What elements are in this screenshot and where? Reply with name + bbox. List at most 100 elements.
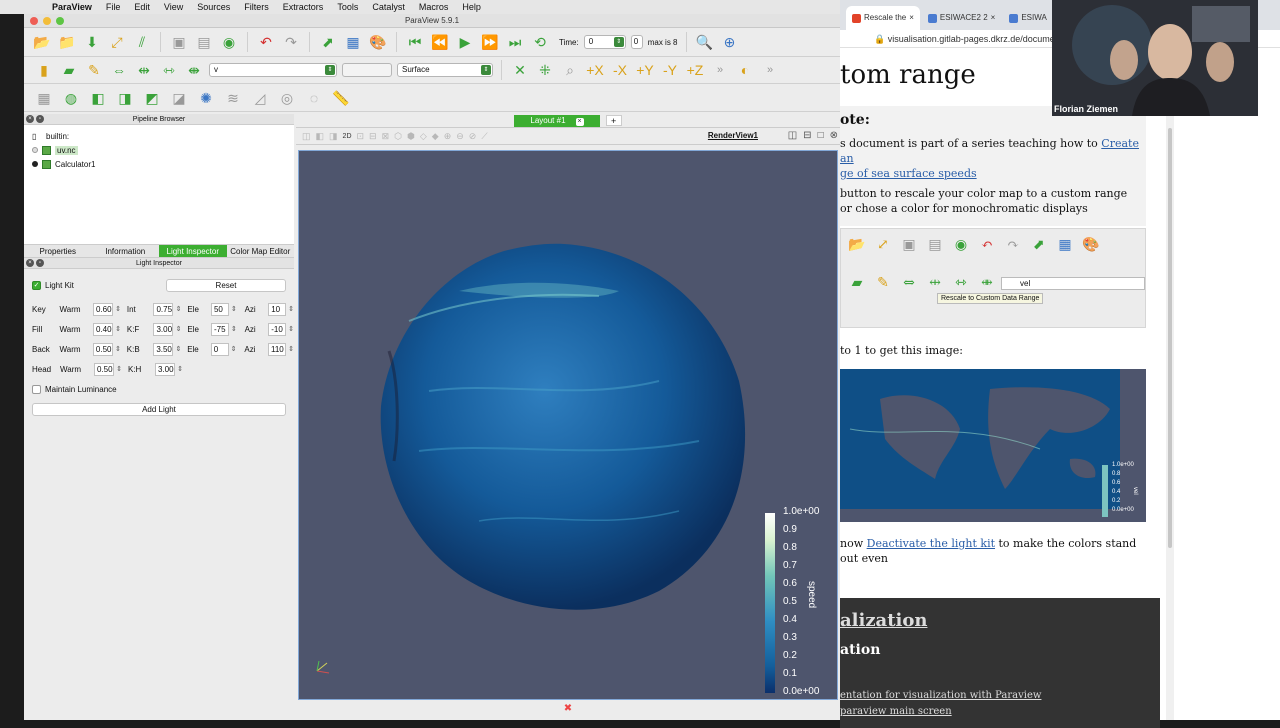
close-window-button[interactable] — [30, 17, 38, 25]
close-tab-icon[interactable]: × — [991, 6, 996, 30]
representation-dropdown-icon[interactable]: ⇕ — [481, 65, 491, 75]
browser-tab[interactable]: ESIWACE2 2 × — [921, 6, 1002, 30]
light-kit-checkbox[interactable]: ✓ — [32, 280, 41, 290]
time-index-field[interactable]: 0 — [630, 35, 643, 49]
first-frame-icon[interactable]: ⏮ — [405, 32, 425, 52]
scrollbar-thumb[interactable] — [1168, 128, 1172, 548]
create-link-continued[interactable]: ge of sea surface speeds — [840, 167, 977, 180]
select-cells-icon[interactable]: ⊡ — [357, 131, 365, 142]
view-plus-y-icon[interactable]: +Y — [635, 60, 655, 80]
minimize-window-button[interactable] — [43, 17, 51, 25]
select-frustum-icon[interactable]: ⊠ — [382, 131, 390, 142]
auto-apply-icon[interactable]: ◉ — [219, 32, 239, 52]
connect-icon[interactable]: ⤢ — [107, 32, 127, 52]
extract-level-icon[interactable]: ◌ — [304, 88, 324, 108]
mode-2d-toggle[interactable]: 2D — [343, 133, 352, 140]
disconnect-icon[interactable]: ⫽ — [132, 32, 152, 52]
capture-icon[interactable]: ◫ — [302, 131, 311, 142]
close-layout-icon[interactable]: × — [575, 117, 584, 126]
fill-azi-field[interactable]: -10 — [268, 322, 294, 336]
maintain-luminance-checkbox[interactable] — [32, 384, 41, 394]
float-dock-icon[interactable]: ▫ — [36, 115, 44, 123]
page-scrollbar[interactable] — [1166, 48, 1174, 720]
key-warm-field[interactable]: 0.60 — [92, 302, 121, 316]
rescale-visible-icon[interactable]: ⇼ — [184, 60, 204, 80]
back-azi-field[interactable]: 110 — [267, 342, 294, 356]
calculator-icon[interactable]: ▦ — [34, 88, 54, 108]
toc-heading[interactable]: alization — [840, 610, 927, 631]
play-icon[interactable]: ▶ — [455, 32, 475, 52]
save-state-icon[interactable]: ▣ — [169, 32, 189, 52]
open-recent-icon[interactable]: 📁 — [57, 32, 77, 52]
menu-extractors[interactable]: Extractors — [283, 2, 324, 12]
color-legend-icon[interactable]: ▮ — [34, 60, 54, 80]
camera-undo-icon[interactable]: ◧ — [316, 131, 325, 142]
pipeline-item-uvnc[interactable]: uv.nc — [24, 143, 294, 157]
extract-subset-icon[interactable]: ◪ — [169, 88, 189, 108]
render-view-canvas[interactable]: 1.0e+00 0.9 0.8 0.7 0.6 0.5 0.4 0.3 0.2 … — [298, 150, 838, 700]
menu-catalyst[interactable]: Catalyst — [372, 2, 405, 12]
layout-tab[interactable]: Layout #1 × — [514, 114, 600, 127]
add-light-button[interactable]: Add Light — [32, 402, 286, 416]
rescale-icon[interactable]: ✎ — [84, 60, 104, 80]
save-data-icon[interactable]: ⬇ — [82, 32, 102, 52]
back-ele-field[interactable]: 0 — [210, 342, 236, 356]
find-data-icon[interactable]: 🔍 — [695, 32, 715, 52]
visibility-eye-icon[interactable] — [32, 147, 38, 153]
camera-redo-icon[interactable]: ◨ — [329, 131, 338, 142]
spreadsheet-zoom-icon[interactable]: ⊕ — [720, 32, 740, 52]
close-view-icon[interactable]: ⊗ — [830, 130, 838, 141]
menu-filters[interactable]: Filters — [244, 2, 269, 12]
view-plus-x-icon[interactable]: +X — [585, 60, 605, 80]
maximize-view-icon[interactable]: □ — [818, 130, 824, 141]
split-vertical-icon[interactable]: ⊟ — [803, 130, 811, 141]
loop-icon[interactable]: ⟲ — [530, 32, 550, 52]
view-plus-z-icon[interactable]: +Z — [685, 60, 705, 80]
more-tools-2-icon[interactable]: » — [760, 60, 780, 80]
add-layout-button[interactable]: + — [605, 115, 622, 126]
open-folder-icon[interactable]: 📂 — [32, 32, 52, 52]
representation-select[interactable]: Surface ⇕ — [397, 63, 493, 77]
hover-cells-icon[interactable]: ◇ — [420, 131, 427, 142]
render-view-name[interactable]: RenderView1 — [708, 131, 758, 140]
redo-icon[interactable]: ↷ — [281, 32, 301, 52]
zoom-window-button[interactable] — [56, 17, 64, 25]
reset-camera-closest-icon[interactable]: ✕ — [510, 60, 530, 80]
select-polygon-icon[interactable]: ⬡ — [394, 131, 402, 142]
reset-button[interactable]: Reset — [166, 278, 286, 292]
key-azi-field[interactable]: 10 — [268, 302, 294, 316]
load-state-icon[interactable]: ▤ — [194, 32, 214, 52]
back-kb-field[interactable]: 3.50 — [153, 342, 181, 356]
menu-sources[interactable]: Sources — [197, 2, 230, 12]
browser-tab[interactable]: ESIWA — [1003, 6, 1053, 30]
stream-tracer-icon[interactable]: ≋ — [223, 88, 243, 108]
menu-view[interactable]: View — [164, 2, 183, 12]
previous-frame-icon[interactable]: ⏪ — [430, 32, 450, 52]
group-datasets-icon[interactable]: ◎ — [277, 88, 297, 108]
menu-macros[interactable]: Macros — [419, 2, 449, 12]
select-points-icon[interactable]: ⊟ — [369, 131, 377, 142]
visibility-eye-icon[interactable] — [32, 161, 38, 167]
split-horizontal-icon[interactable]: ◫ — [788, 130, 797, 141]
grow-selection-icon[interactable]: ⊕ — [444, 131, 452, 142]
deactivate-light-kit-link[interactable]: Deactivate the light kit — [867, 537, 995, 550]
warp-vector-icon[interactable]: ◿ — [250, 88, 270, 108]
browser-tab-active[interactable]: Rescale the × — [846, 6, 920, 30]
color-by-dropdown-icon[interactable]: ⇕ — [325, 65, 335, 75]
last-frame-icon[interactable]: ⏭ — [505, 32, 525, 52]
close-dock-icon[interactable]: × — [26, 115, 34, 123]
palette-icon[interactable]: 🎨 — [368, 32, 388, 52]
slice-icon[interactable]: ◨ — [115, 88, 135, 108]
more-tools-icon[interactable]: » — [710, 60, 730, 80]
fill-kf-field[interactable]: 3.00 — [153, 322, 181, 336]
edit-ruler-icon[interactable]: ⟋ — [481, 131, 487, 142]
close-dock-icon[interactable]: × — [26, 259, 34, 267]
fill-warm-field[interactable]: 0.40 — [92, 322, 121, 336]
key-int-field[interactable]: 0.75 — [153, 302, 181, 316]
interaction-mode-icon[interactable]: ◐ — [735, 60, 755, 80]
shrink-selection-icon[interactable]: ⊖ — [456, 131, 464, 142]
clear-selection-icon[interactable]: ⊘ — [469, 131, 477, 142]
back-warm-field[interactable]: 0.50 — [92, 342, 121, 356]
glyph-icon[interactable]: ✺ — [196, 88, 216, 108]
view-minus-x-icon[interactable]: -X — [610, 60, 630, 80]
